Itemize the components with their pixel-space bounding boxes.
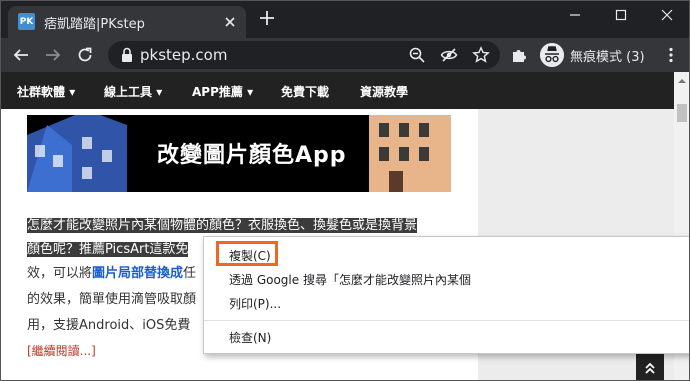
url-text[interactable]: pkstep.com: [140, 46, 227, 64]
context-menu-divider: [204, 320, 690, 321]
nav-item-tutorials[interactable]: 資源教學: [360, 83, 408, 100]
incognito-label: 無痕模式 (3): [570, 50, 645, 65]
tracking-blocked-eye-icon[interactable]: [440, 46, 458, 64]
browser-tab[interactable]: PK 痞凱踏踏|PKstep: [8, 6, 246, 38]
nav-item-online-tools[interactable]: 線上工具 ▾: [104, 83, 162, 100]
lock-icon[interactable]: [118, 46, 136, 64]
copy-highlight-box: [216, 241, 278, 266]
new-tab-icon[interactable]: [258, 9, 276, 27]
maximize-icon: [615, 9, 627, 21]
article-link[interactable]: 圖片局部替換成: [92, 266, 183, 281]
incognito-profile-button[interactable]: 無痕模式 (3): [540, 41, 668, 69]
incognito-icon: [540, 43, 564, 67]
context-menu-print[interactable]: 列印(P)...: [229, 295, 281, 312]
zoom-icon[interactable]: [408, 46, 426, 64]
nav-item-downloads[interactable]: 免費下載: [281, 83, 329, 100]
site-navigation: 社群軟體 ▾ 線上工具 ▾ APP推薦 ▾ 免費下載 資源教學: [0, 72, 674, 109]
back-arrow-icon[interactable]: [12, 46, 30, 64]
close-window-icon: [661, 9, 673, 21]
close-tab-icon[interactable]: [222, 14, 238, 30]
article-text: 任: [183, 266, 197, 281]
back-to-top-button[interactable]: [636, 354, 664, 381]
context-menu: 複製(C) 透過 Google 搜尋「怎麼才能改變照片內某個 列印(P)... …: [203, 236, 690, 354]
article-line-2: 顏色呢？推薦PicsArt這款免: [27, 237, 189, 262]
tab-title: 痞凱踏踏|PKstep: [44, 17, 145, 32]
read-more-label: [繼續閱讀...]: [27, 344, 96, 358]
article-line-3: 效，可以將圖片局部替換成任: [27, 261, 196, 286]
nav-item-label: 線上工具: [104, 85, 153, 99]
minimize-icon: [570, 14, 580, 16]
extensions-puzzle-icon[interactable]: [510, 46, 528, 64]
double-chevron-up-icon: [645, 362, 655, 374]
scrollbar-thumb[interactable]: [677, 104, 687, 122]
forward-arrow-icon[interactable]: [44, 46, 62, 64]
maximize-button[interactable]: [598, 0, 644, 30]
reload-icon[interactable]: [76, 46, 94, 64]
more-menu-icon[interactable]: [662, 46, 680, 64]
selected-text: 怎麼才能改變照片內某個物體的顏色？衣服換色、換髮色或是換背景: [27, 218, 418, 233]
context-menu-inspect[interactable]: 檢查(N): [229, 329, 271, 346]
context-menu-search-google[interactable]: 透過 Google 搜尋「怎麼才能改變照片內某個: [229, 271, 471, 288]
selected-text: 顏色呢？推薦PicsArt這款免: [27, 242, 189, 257]
read-more-link[interactable]: [繼續閱讀...]: [27, 339, 96, 364]
minimize-button[interactable]: [552, 0, 598, 30]
bookmark-star-icon[interactable]: [472, 46, 490, 64]
scroll-up-icon[interactable]: [674, 74, 690, 88]
article-line-4: 的效果，簡單使用滴管吸取顏: [27, 292, 197, 307]
close-window-button[interactable]: [644, 0, 690, 30]
article-banner-image[interactable]: 改變圖片顏色App: [27, 115, 451, 192]
site-favicon-icon: PK: [18, 13, 35, 30]
nav-item-label: APP推薦: [192, 85, 243, 99]
nav-item-app[interactable]: APP推薦 ▾: [192, 83, 253, 100]
nav-item-label: 社群軟體: [17, 85, 66, 99]
tab-strip: PK 痞凱踏踏|PKstep: [0, 0, 690, 38]
article-line-5: 用，支援Android、iOS免費: [27, 318, 191, 333]
article-text: 效，可以將: [27, 266, 93, 281]
banner-title: 改變圖片顏色App: [157, 143, 347, 168]
nav-item-social[interactable]: 社群軟體 ▾: [17, 83, 75, 100]
address-bar[interactable]: pkstep.com: [108, 41, 500, 69]
article-line-1: 怎麼才能改變照片內某個物體的顏色？衣服換色、換髮色或是換背景: [27, 213, 418, 238]
browser-toolbar: pkstep.com 無痕模式 (3): [0, 38, 690, 72]
